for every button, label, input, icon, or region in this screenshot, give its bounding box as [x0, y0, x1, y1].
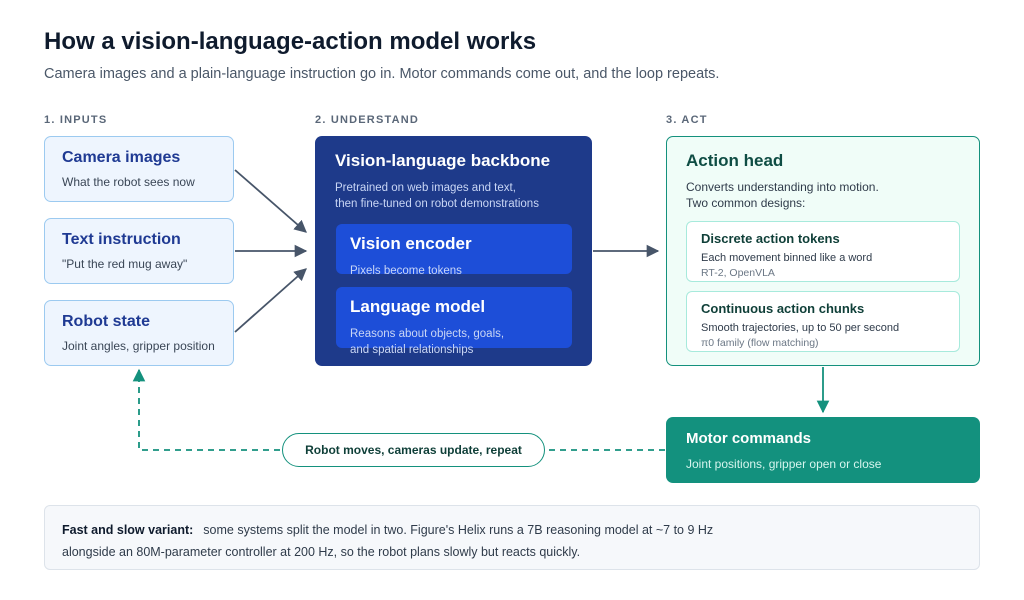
discrete-tokens-box: Discrete action tokens Each movement bin… [686, 221, 960, 282]
arrow-state-to-backbone [234, 268, 307, 333]
continuous-title: Continuous action chunks [701, 301, 865, 316]
vision-encoder-title: Vision encoder [350, 234, 472, 253]
page-subtitle: Camera images and a plain-language instr… [44, 66, 720, 82]
continuous-chunks-box: Continuous action chunks Smooth trajecto… [686, 291, 960, 352]
continuous-desc: Smooth trajectories, up to 50 per second [701, 322, 900, 334]
discrete-desc: Each movement binned like a word [701, 252, 873, 264]
motor-commands-box: Motor commands Joint positions, gripper … [666, 417, 980, 483]
input-camera-images: Camera images What the robot sees now [44, 136, 234, 202]
note-box: Fast and slow variant: some systems split… [44, 505, 980, 570]
vision-encoder-desc: Pixels become tokens [350, 265, 462, 277]
note-line1: some systems split the model in two. Fig… [203, 523, 714, 537]
input-title: Camera images [62, 149, 181, 166]
section-label-act: 3. ACT [666, 114, 708, 126]
note-lead: Fast and slow variant: [62, 523, 194, 537]
language-model-title: Language model [350, 297, 486, 316]
language-model-box: Language model Reasons about objects, go… [336, 287, 572, 356]
input-title: Text instruction [62, 231, 181, 248]
loop-label: Robot moves, cameras update, repeat [282, 433, 545, 467]
action-head-box: Action head Converts understanding into … [666, 136, 980, 366]
backbone-desc: Pretrained on web images and text, then … [335, 182, 539, 210]
input-desc: "Put the red mug away" [62, 257, 188, 271]
section-label-inputs: 1. INPUTS [44, 114, 108, 126]
motor-title: Motor commands [686, 430, 812, 447]
input-robot-state: Robot state Joint angles, gripper positi… [44, 300, 234, 366]
arrow-camera-to-backbone [234, 169, 307, 233]
backbone-box: Vision-language backbone Pretrained on w… [315, 136, 592, 366]
continuous-examples: π0 family (flow matching) [701, 337, 819, 349]
page-title: How a vision-language-action model works [44, 28, 537, 55]
action-head-title: Action head [686, 151, 784, 170]
discrete-examples: RT-2, OpenVLA [701, 267, 775, 279]
input-text-instruction: Text instruction "Put the red mug away" [44, 218, 234, 284]
motor-desc: Joint positions, gripper open or close [686, 457, 882, 471]
input-desc: Joint angles, gripper position [62, 339, 215, 353]
input-desc: What the robot sees now [62, 175, 195, 189]
language-model-desc: Reasons about objects, goals, and spatia… [350, 328, 505, 356]
action-head-desc: Converts understanding into motion. Two … [686, 180, 879, 210]
backbone-title: Vision-language backbone [335, 151, 551, 170]
section-label-understand: 2. UNDERSTAND [315, 114, 420, 126]
discrete-title: Discrete action tokens [701, 231, 840, 246]
note-line2: alongside an 80M-parameter controller at… [62, 545, 581, 559]
input-title: Robot state [62, 313, 150, 330]
vision-encoder-box: Vision encoder Pixels become tokens [336, 224, 572, 277]
